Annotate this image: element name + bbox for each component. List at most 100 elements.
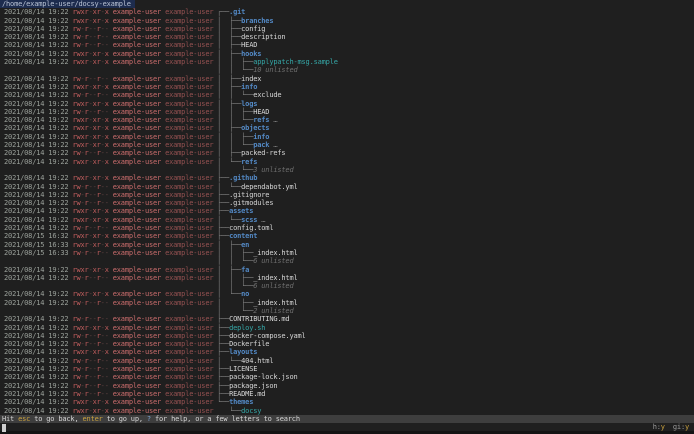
tree-row[interactable]: 2021/08/14 19:22 rw-r--r-- example-user … (0, 373, 694, 381)
tree-row[interactable]: 2021/08/14 19:22 rw-r--r-- example-user … (0, 91, 694, 99)
tree-row[interactable]: 2021/08/14 19:22 rwxr-xr-x example-user … (0, 266, 694, 274)
modified-date: 2021/08/14 19:22 (0, 290, 73, 299)
tree-row[interactable]: 2021/08/14 19:22 rwxr-xr-x example-user … (0, 100, 694, 108)
key-hint: enter (82, 414, 103, 423)
tree-row[interactable]: 2021/08/14 19:22 rw-r--r-- example-user … (0, 191, 694, 199)
file-metadata: 2021/08/14 19:22 rwxr-xr-x example-user … (0, 141, 217, 149)
tree-row[interactable]: 2021/08/14 19:22 rw-r--r-- example-user … (0, 108, 694, 116)
tree-row[interactable]: 2021/08/14 19:22 rwxr-xr-x example-user … (0, 207, 694, 215)
tree-row[interactable]: 2021/08/15 16:33 rw-r--r-- example-user … (0, 249, 694, 257)
tree-row[interactable]: 2021/08/14 19:22 rw-r--r-- example-user … (0, 25, 694, 33)
file-tree: 2021/08/14 19:22 rwxr-xr-x example-user … (0, 8, 694, 415)
tree-row[interactable]: │ └── 2 unlisted (0, 307, 694, 315)
file-metadata: 2021/08/14 19:22 rwxr-xr-x example-user … (0, 290, 217, 298)
tree-row[interactable]: 2021/08/14 19:22 rw-r--r-- example-user … (0, 274, 694, 282)
status-bar: Hit esc to go back, enter to go up, ? fo… (0, 414, 694, 424)
modified-date: 2021/08/14 19:22 (0, 132, 73, 141)
file-metadata: 2021/08/14 19:22 rwxr-xr-x example-user … (0, 58, 217, 66)
tree-row[interactable]: 2021/08/14 19:22 rwxr-xr-x example-user … (0, 348, 694, 356)
file-metadata: 2021/08/14 19:22 rw-r--r-- example-user … (0, 357, 217, 365)
tree-row[interactable]: 2021/08/14 19:22 rw-r--r-- example-user … (0, 41, 694, 49)
tree-row[interactable]: 2021/08/14 19:22 rwxr-xr-x example-user … (0, 290, 694, 298)
permissions: rwxr-xr-x (72, 8, 109, 17)
tree-row[interactable]: 2021/08/14 19:22 rwxr-xr-x example-user … (0, 324, 694, 332)
file-metadata: 2021/08/14 19:22 rwxr-xr-x example-user … (0, 100, 217, 108)
owner-group: example-user (161, 74, 214, 83)
file-metadata: 2021/08/14 19:22 rwxr-xr-x example-user … (0, 407, 217, 415)
tree-row[interactable]: 2021/08/14 19:22 rw-r--r-- example-user … (0, 299, 694, 307)
modified-date: 2021/08/14 19:22 (0, 8, 73, 17)
file-metadata: 2021/08/14 19:22 rw-r--r-- example-user … (0, 390, 217, 398)
tree-row[interactable]: 2021/08/14 19:22 rwxr-xr-x example-user … (0, 133, 694, 141)
owner-user: example-user (108, 224, 162, 233)
tree-row[interactable]: 2021/08/14 19:22 rw-r--r-- example-user … (0, 390, 694, 398)
tree-row[interactable]: 2021/08/14 19:22 rwxr-xr-x example-user … (0, 58, 694, 66)
tree-branch-lines: ├── (217, 373, 230, 382)
tree-row[interactable]: 2021/08/14 19:22 rw-r--r-- example-user … (0, 332, 694, 340)
modified-date: 2021/08/14 19:22 (0, 398, 73, 407)
tree-row[interactable]: 2021/08/14 19:22 rw-r--r-- example-user … (0, 149, 694, 157)
tree-row[interactable]: 2021/08/14 19:22 rwxr-xr-x example-user … (0, 8, 694, 16)
modified-date: 2021/08/14 19:22 (0, 406, 73, 415)
modified-date: 2021/08/14 19:22 (0, 141, 73, 150)
tree-row[interactable]: 2021/08/14 19:22 rw-r--r-- example-user … (0, 199, 694, 207)
tree-row[interactable]: 2021/08/14 19:22 rw-r--r-- example-user … (0, 357, 694, 365)
file-name: exclude (253, 91, 282, 100)
tree-row[interactable]: 2021/08/14 19:22 rw-r--r-- example-user … (0, 382, 694, 390)
modified-date: 2021/08/14 19:22 (0, 182, 73, 191)
tree-row[interactable]: 2021/08/14 19:22 rwxr-xr-x example-user … (0, 398, 694, 406)
file-name: CONTRIBUTING.md (229, 315, 290, 324)
permissions: rwxr-xr-x (72, 16, 109, 25)
tree-row[interactable]: 2021/08/14 19:22 rwxr-xr-x example-user … (0, 116, 694, 124)
file-metadata (0, 257, 217, 265)
tree-row[interactable]: 2021/08/14 19:22 rw-r--r-- example-user … (0, 340, 694, 348)
tree-row[interactable]: │ │ └── 6 unlisted (0, 282, 694, 290)
owner-user: example-user (108, 107, 162, 116)
permissions: rw-r--r-- (72, 199, 109, 208)
tree-row[interactable]: 2021/08/15 16:33 rwxr-xr-x example-user … (0, 241, 694, 249)
tree-row[interactable]: │ └── 3 unlisted (0, 166, 694, 174)
file-metadata: 2021/08/14 19:22 rwxr-xr-x example-user … (0, 158, 217, 166)
status-text: to go back, (30, 414, 83, 423)
file-metadata: 2021/08/14 19:22 rw-r--r-- example-user … (0, 382, 217, 390)
file-name: hooks (241, 49, 262, 58)
tree-row[interactable]: 2021/08/14 19:22 rw-r--r-- example-user … (0, 365, 694, 373)
tree-row[interactable]: 2021/08/14 19:22 rw-r--r-- example-user … (0, 315, 694, 323)
tree-branch-lines: │ ├── (217, 124, 242, 133)
modified-date: 2021/08/14 19:22 (0, 331, 73, 340)
tree-branch-lines: ├── (217, 331, 230, 340)
tree-row[interactable]: │ │ └── 10 unlisted (0, 66, 694, 74)
tree-row[interactable]: 2021/08/15 16:32 rwxr-xr-x example-user … (0, 232, 694, 240)
file-name: package-lock.json (229, 373, 298, 382)
owner-user: example-user (108, 8, 162, 17)
tree-row[interactable]: 2021/08/14 19:22 rwxr-xr-x example-user … (0, 50, 694, 58)
tree-row[interactable]: 2021/08/14 19:22 rwxr-xr-x example-user … (0, 158, 694, 166)
file-metadata: 2021/08/14 19:22 rwxr-xr-x example-user … (0, 266, 217, 274)
owner-group: example-user (161, 41, 214, 50)
tree-row[interactable]: 2021/08/14 19:22 rw-r--r-- example-user … (0, 183, 694, 191)
owner-group: example-user (161, 348, 214, 357)
search-input-line[interactable]: h:y gi:y (0, 423, 694, 433)
owner-user: example-user (108, 348, 162, 357)
tree-row[interactable]: 2021/08/14 19:22 rwxr-xr-x example-user … (0, 141, 694, 149)
tree-row[interactable]: 2021/08/14 19:22 rw-r--r-- example-user … (0, 33, 694, 41)
tree-row[interactable]: 2021/08/14 19:22 rwxr-xr-x example-user … (0, 407, 694, 415)
file-metadata: 2021/08/14 19:22 rw-r--r-- example-user … (0, 340, 217, 348)
file-metadata: 2021/08/14 19:22 rwxr-xr-x example-user … (0, 133, 217, 141)
tree-row[interactable]: 2021/08/14 19:22 rwxr-xr-x example-user … (0, 174, 694, 182)
tree-row[interactable]: │ │ └── 6 unlisted (0, 257, 694, 265)
file-name: package.json (229, 381, 278, 390)
file-name: branches (241, 16, 274, 25)
status-text: Hit (2, 414, 19, 423)
owner-user: example-user (108, 340, 162, 349)
tree-row[interactable]: 2021/08/14 19:22 rwxr-xr-x example-user … (0, 83, 694, 91)
file-metadata: 2021/08/14 19:22 rw-r--r-- example-user … (0, 199, 217, 207)
permissions: rwxr-xr-x (72, 141, 109, 150)
tree-row[interactable]: 2021/08/14 19:22 rwxr-xr-x example-user … (0, 17, 694, 25)
tree-row[interactable]: 2021/08/14 19:22 rwxr-xr-x example-user … (0, 124, 694, 132)
permissions: rwxr-xr-x (72, 215, 109, 224)
file-name: layouts (229, 348, 258, 357)
tree-row[interactable]: 2021/08/14 19:22 rw-r--r-- example-user … (0, 75, 694, 83)
tree-row[interactable]: 2021/08/14 19:22 rwxr-xr-x example-user … (0, 216, 694, 224)
tree-row[interactable]: 2021/08/14 19:22 rw-r--r-- example-user … (0, 224, 694, 232)
